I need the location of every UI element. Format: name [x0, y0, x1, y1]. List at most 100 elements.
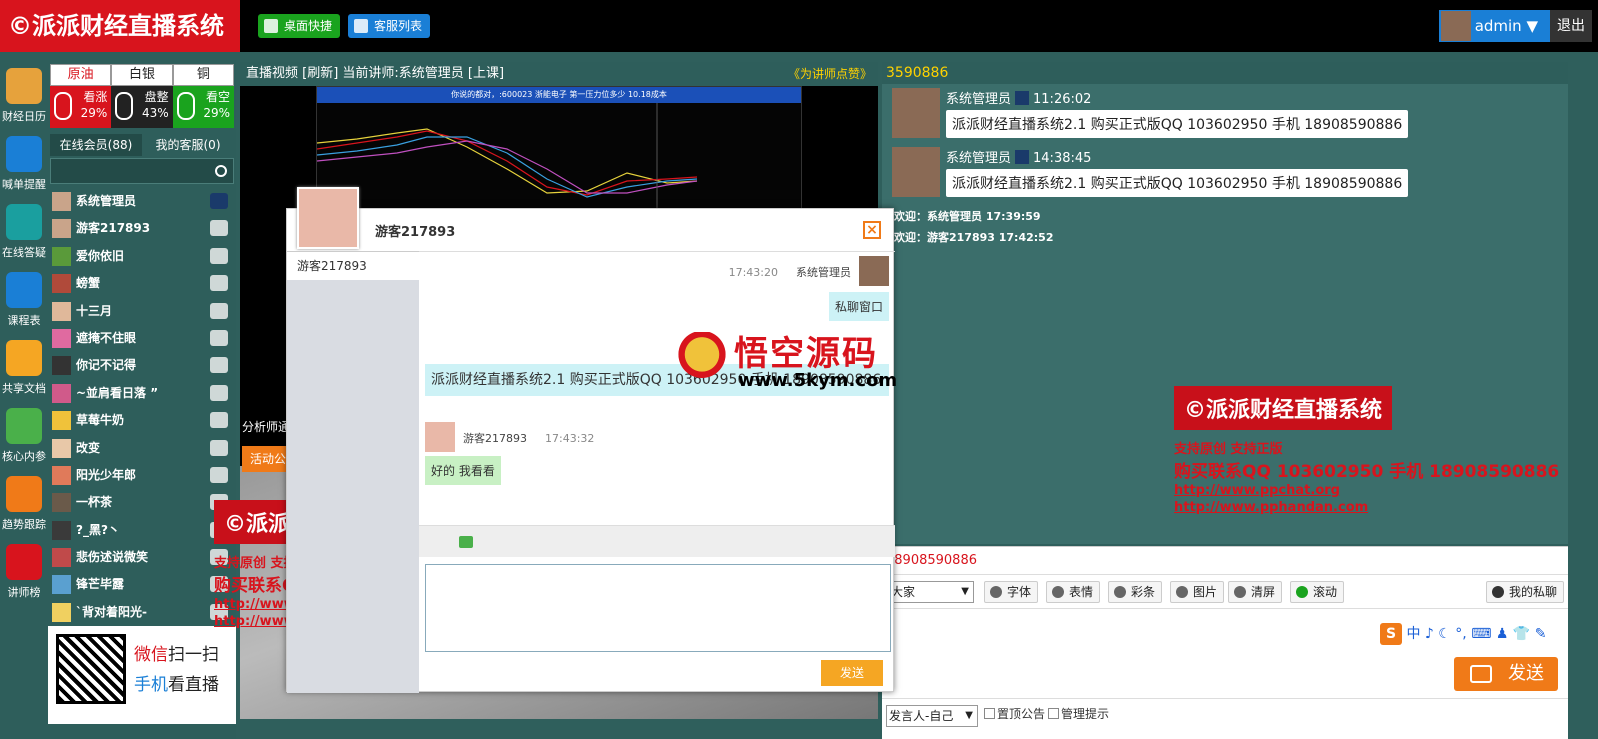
search-icon[interactable] [215, 165, 227, 177]
desktop-icon [264, 19, 278, 33]
username: admin ▼ [1474, 17, 1538, 35]
left-rail: 财经日历 喊单提醒 在线答疑 课程表 共享文档 核心内参 趋势跟踪 讲师榜 [0, 60, 48, 739]
emoji-button[interactable]: 表情 [1046, 581, 1101, 603]
avatar [425, 422, 455, 452]
tab-online-members[interactable]: 在线会员(88) [50, 134, 142, 156]
rail-label: 共享文档 [2, 382, 46, 395]
candlestick-chart [317, 103, 698, 211]
tab-silver[interactable]: 白银 [111, 64, 173, 86]
list-item[interactable]: 游客217893 [50, 215, 234, 242]
list-item[interactable]: 悲伤述说微笑 [50, 544, 234, 571]
rail-item-core[interactable]: 核心内参 [0, 404, 48, 474]
diamond-icon [210, 329, 228, 346]
list-item[interactable]: ~並肩看日落 ” [50, 380, 234, 407]
list-item[interactable]: 阳光少年郎 [50, 462, 234, 489]
desktop-shortcut-label: 桌面快捷 [284, 19, 333, 33]
list-item[interactable]: 一杯茶 [50, 489, 234, 516]
close-icon[interactable]: × [863, 221, 881, 239]
list-item[interactable]: 爱你依旧 [50, 243, 234, 270]
chat-input[interactable]: S 中 ♪ ☾ °, ⌨ ♟ 👕 ✎ 发送 [882, 608, 1568, 698]
tool-label: 彩条 [1131, 585, 1156, 599]
list-item[interactable]: 系统管理员 [50, 188, 234, 215]
sentiment-neutral[interactable]: 盘整 43% [111, 86, 173, 128]
praise-teacher-link[interactable]: 《为讲师点赞》 [788, 62, 872, 86]
scroll-button[interactable]: 滚动 [1290, 581, 1345, 603]
smile-icon [1052, 586, 1064, 598]
tool-label: 表情 [1069, 585, 1094, 599]
list-item[interactable]: 遮掩不住眼 [50, 325, 234, 352]
top-bar: ©派派财经直播系统 桌面快捷 客服列表 admin ▼ 退出 [0, 0, 1598, 52]
list-item[interactable]: 十三月 [50, 298, 234, 325]
list-item[interactable]: 草莓牛奶 [50, 407, 234, 434]
pin-notice-checkbox[interactable]: 置顶公告 [984, 705, 1045, 722]
arrow-down-icon [176, 92, 195, 120]
user-menu[interactable]: admin ▼ [1438, 10, 1550, 42]
color-bar-button[interactable]: 彩条 [1108, 581, 1163, 603]
dialog-send-button[interactable]: 发送 [821, 660, 883, 686]
rail-item-calendar[interactable]: 财经日历 [0, 64, 48, 134]
image-button[interactable]: 图片 [1170, 581, 1225, 603]
send-button[interactable]: 发送 [1454, 657, 1558, 691]
rail-item-docs[interactable]: 共享文档 [0, 336, 48, 406]
font-button[interactable]: 字体 [984, 581, 1039, 603]
list-item[interactable]: 改变 [50, 435, 234, 462]
avatar [52, 383, 71, 403]
checkbox-icon [984, 708, 995, 719]
image-icon[interactable] [459, 536, 473, 548]
message-time: 11:26:02 [1033, 92, 1092, 107]
member-search-input[interactable] [50, 158, 234, 184]
qr-wechat: 微信 [134, 645, 168, 665]
promo-stamp-right: ©派派财经直播系统 支持原创 支持正版 购买联系QQ 103602950 手机 … [1174, 386, 1559, 516]
message-text: 派派财经直播系统2.1 购买正式版QQ 103602950 手机 1890859… [946, 110, 1409, 138]
qr-watch: 看直播 [168, 675, 219, 695]
member-name: ~並肩看日落 ” [76, 385, 159, 400]
font-icon [990, 586, 1002, 598]
speaker-select[interactable]: 发言人-自己 ▼ [886, 705, 978, 727]
message-time: 17:43:20 [728, 266, 778, 279]
activity-tab[interactable]: 活动公 [242, 446, 290, 472]
rail-item-alert[interactable]: 喊单提醒 [0, 132, 48, 202]
tab-my-service[interactable]: 我的客服(0) [142, 134, 234, 156]
stock-chart-image: 你说的都对，:600023 浙能电子 第一压力位多少 10.18成本 [316, 86, 802, 211]
clear-screen-button[interactable]: 清屏 [1228, 581, 1283, 603]
admin-badge-icon [1015, 91, 1030, 105]
list-item[interactable]: `背对着阳光- [50, 599, 234, 626]
tab-copper[interactable]: 铜 [172, 64, 234, 86]
list-item[interactable]: 你记不记得 [50, 352, 234, 379]
sentiment-bullish[interactable]: 看涨 29% [50, 86, 112, 128]
contact-item[interactable]: 游客217893 [287, 252, 419, 280]
desktop-shortcut-button[interactable]: 桌面快捷 [258, 14, 341, 38]
tool-label: 清屏 [1251, 585, 1276, 599]
logout-button[interactable]: 退出 [1550, 10, 1592, 42]
watermark-logo: 悟空源码 www.5kym.com [676, 326, 897, 396]
promo-url2[interactable]: http://www.pphandan.com [1174, 499, 1559, 516]
rail-item-course[interactable]: 课程表 [0, 268, 48, 338]
rail-item-ranking[interactable]: 讲师榜 [0, 540, 48, 610]
avatar [52, 493, 71, 513]
tab-crude-oil[interactable]: 原油 [50, 64, 112, 86]
dialog-input[interactable] [425, 564, 891, 652]
rail-item-qa[interactable]: 在线答疑 [0, 200, 48, 270]
member-name: 爱你依旧 [76, 248, 125, 263]
my-private-chat-button[interactable]: 我的私聊 [1486, 581, 1565, 603]
rail-item-trend[interactable]: 趋势跟踪 [0, 472, 48, 542]
sentiment-bearish[interactable]: 看空 29% [172, 86, 234, 128]
share-doc-icon [6, 340, 42, 376]
list-item[interactable]: ?_黑?丶 [50, 517, 234, 544]
checkbox-icon [1048, 708, 1059, 719]
promo-tag: ©派派财经直播系统 [1174, 386, 1393, 430]
promo-url1[interactable]: http://www.ppchat.org [1174, 482, 1559, 499]
target-select[interactable]: 大家 ▼ [888, 581, 974, 603]
member-name: 螃蟹 [76, 276, 101, 291]
list-item[interactable]: 螃蟹 [50, 270, 234, 297]
list-item[interactable]: 锋芒毕露 [50, 571, 234, 598]
service-list-button[interactable]: 客服列表 [348, 14, 431, 38]
message-user[interactable]: 系统管理员 [946, 92, 1011, 107]
message-user[interactable]: 系统管理员 [946, 151, 1011, 166]
avatar [892, 147, 940, 197]
rail-label: 财经日历 [2, 110, 46, 123]
admin-tip-checkbox[interactable]: 管理提示 [1048, 705, 1109, 722]
admin-badge-icon [1015, 150, 1030, 164]
send-label: 发送 [1508, 663, 1544, 684]
message-meta: 游客217893 17:43:32 [463, 430, 594, 446]
